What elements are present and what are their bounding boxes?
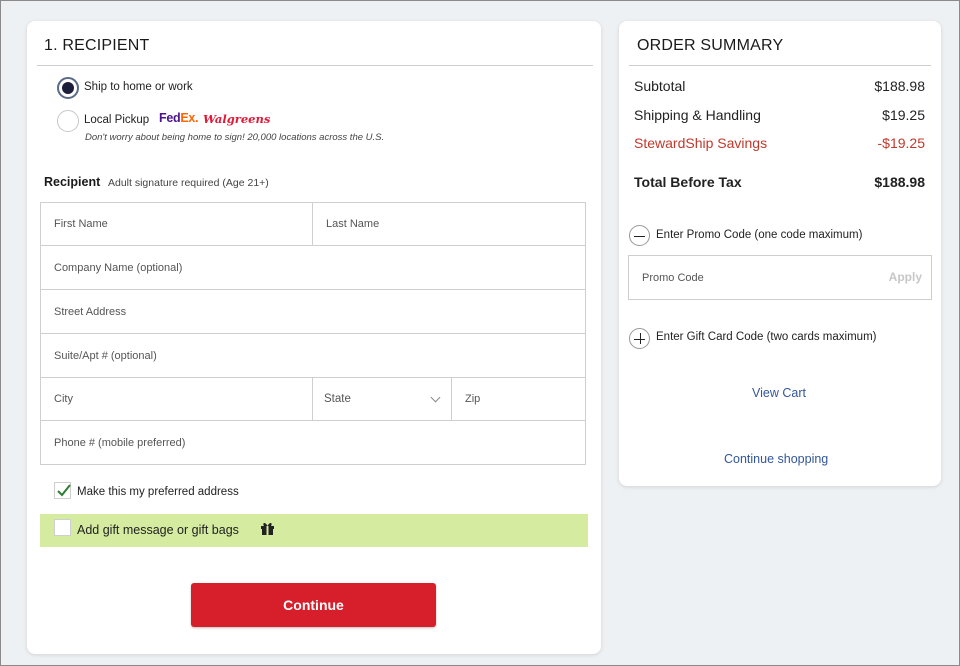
state-select-value[interactable]: State [313,378,451,420]
ship-to-home-radio[interactable] [57,77,79,99]
recipient-divider [37,65,593,66]
subtotal-value: $188.98 [874,78,925,94]
suite-field[interactable] [40,333,586,378]
ship-to-home-label[interactable]: Ship to home or work [84,81,193,93]
city-input[interactable] [41,378,312,420]
total-row: Total Before Tax $188.98 [634,174,925,190]
savings-label: StewardShip Savings [634,135,768,151]
state-select[interactable]: State [312,377,452,421]
checkmark-icon [57,484,71,497]
gift-message-label[interactable]: Add gift message or gift bags [77,523,239,537]
recipient-title: 1. RECIPIENT [44,37,150,54]
last-name-field[interactable] [312,202,586,246]
company-input[interactable] [41,246,585,289]
street-address-field[interactable] [40,289,586,334]
shipping-value: $19.25 [882,107,925,123]
street-address-input[interactable] [41,290,585,333]
suite-input[interactable] [41,334,585,377]
order-summary-title: ORDER SUMMARY [637,37,784,54]
zip-input[interactable] [452,378,585,420]
adult-signature-note: Adult signature required (Age 21+) [108,177,269,189]
fedex-logo: FedEx. [159,111,199,125]
preferred-address-label[interactable]: Make this my preferred address [77,486,239,498]
company-field[interactable] [40,245,586,290]
pickup-note: Don't worry about being home to sign! 20… [85,132,385,143]
savings-row: StewardShip Savings -$19.25 [634,135,925,151]
view-cart-link[interactable]: View Cart [752,386,806,400]
preferred-address-checkbox[interactable] [54,482,71,499]
local-pickup-radio[interactable] [57,110,79,132]
phone-field[interactable] [40,420,586,465]
last-name-input[interactable] [313,203,585,245]
expand-gift-card-button[interactable] [629,328,650,349]
gift-card-toggle-label[interactable]: Enter Gift Card Code (two cards maximum) [656,331,876,343]
plus-icon [639,333,641,344]
zip-field[interactable] [451,377,586,421]
city-field[interactable] [40,377,313,421]
recipient-heading: Recipient [44,175,101,189]
phone-input[interactable] [41,421,585,464]
first-name-input[interactable] [41,203,312,245]
promo-code-field[interactable]: Apply [628,255,932,300]
apply-promo-button[interactable]: Apply [889,270,922,284]
total-label: Total Before Tax [634,174,742,190]
order-summary-card: ORDER SUMMARY Subtotal $188.98 Shipping … [619,21,941,486]
collapse-promo-button[interactable] [629,225,650,246]
continue-shopping-link[interactable]: Continue shopping [724,452,828,466]
promo-toggle-label[interactable]: Enter Promo Code (one code maximum) [656,229,862,241]
shipping-label: Shipping & Handling [634,107,761,123]
promo-code-input[interactable] [629,256,859,299]
minus-icon [634,235,645,237]
first-name-field[interactable] [40,202,313,246]
recipient-card: 1. RECIPIENT Ship to home or work Local … [27,21,601,654]
walgreens-logo: Walgreens [203,112,271,126]
gift-message-row[interactable]: Add gift message or gift bags [40,514,588,547]
shipping-row: Shipping & Handling $19.25 [634,107,925,123]
total-value: $188.98 [874,174,925,190]
savings-value: -$19.25 [877,135,925,151]
summary-divider [629,65,931,66]
subtotal-label: Subtotal [634,78,686,94]
local-pickup-label[interactable]: Local Pickup [84,114,149,126]
gift-icon [261,522,274,535]
subtotal-row: Subtotal $188.98 [634,78,925,94]
gift-message-checkbox[interactable] [54,519,71,536]
continue-button[interactable]: Continue [191,583,436,627]
